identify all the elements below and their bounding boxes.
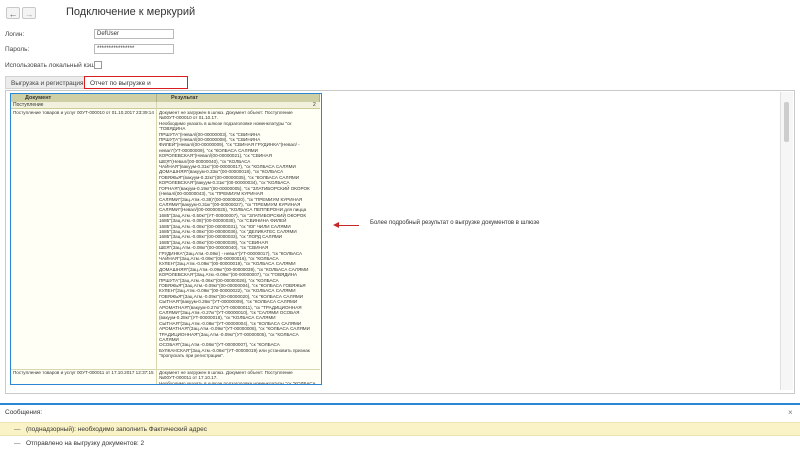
arrow-right-icon: → bbox=[24, 9, 34, 19]
column-divider bbox=[156, 102, 157, 384]
annotation-text: Более подробный результат о выгрузке док… bbox=[370, 220, 540, 226]
message-text: Отправлено на выгрузку документов: 2 bbox=[26, 440, 145, 447]
table-row-document[interactable]: Поступление товаров и услуг 00УТ-000011 … bbox=[13, 370, 154, 382]
report-spreadsheet[interactable]: Документ Результат Поступление 2 Поступл… bbox=[10, 93, 322, 385]
column-header-document: Документ bbox=[11, 94, 157, 102]
group-count: 2 bbox=[313, 102, 316, 108]
login-label: Логин: bbox=[5, 31, 25, 38]
dash-icon: — bbox=[14, 426, 21, 433]
message-text: (поднадзорный): необходимо заполнить Фак… bbox=[26, 426, 207, 433]
arrow-left-icon: ← bbox=[8, 9, 18, 19]
login-field[interactable]: DefUser bbox=[94, 29, 174, 39]
dash-icon: — bbox=[14, 440, 21, 447]
scrollbar-thumb[interactable] bbox=[784, 102, 789, 142]
vertical-scrollbar[interactable] bbox=[780, 92, 793, 390]
messages-divider bbox=[0, 403, 800, 405]
password-field[interactable]: **************** bbox=[94, 44, 174, 54]
tab-upload-report[interactable]: Отчет по выгрузке и регистрации bbox=[84, 76, 188, 100]
forward-button[interactable]: → bbox=[22, 7, 36, 19]
tab-upload-registration[interactable]: Выгрузка и регистрация bbox=[5, 76, 90, 89]
group-label: Поступление bbox=[13, 102, 44, 108]
local-cache-label: Использовать локальный кэш: bbox=[5, 62, 97, 69]
column-header-result: Результат bbox=[157, 94, 320, 102]
local-cache-checkbox[interactable] bbox=[94, 61, 102, 69]
messages-header: Сообщения: bbox=[5, 409, 43, 416]
tab-label: Выгрузка и регистрация bbox=[11, 80, 84, 87]
close-icon[interactable]: × bbox=[788, 408, 793, 417]
message-item[interactable]: — (поднадзорный): необходимо заполнить Ф… bbox=[0, 422, 800, 436]
table-row-document[interactable]: Поступление товаров и услуг 00УТ-000010 … bbox=[13, 110, 154, 122]
table-row-result[interactable]: Документ не загружен в шлюз. Документ об… bbox=[159, 370, 319, 384]
message-item[interactable]: — Отправлено на выгрузку документов: 2 bbox=[0, 437, 800, 451]
password-label: Пароль: bbox=[5, 46, 30, 53]
back-button[interactable]: ← bbox=[6, 7, 20, 19]
page-title: Подключение к меркурий bbox=[66, 6, 196, 18]
annotation-arrow-line bbox=[337, 225, 359, 226]
table-row-result[interactable]: Документ не загружен в шлюз. Документ об… bbox=[159, 110, 319, 368]
group-row[interactable]: Поступление 2 bbox=[11, 102, 320, 109]
